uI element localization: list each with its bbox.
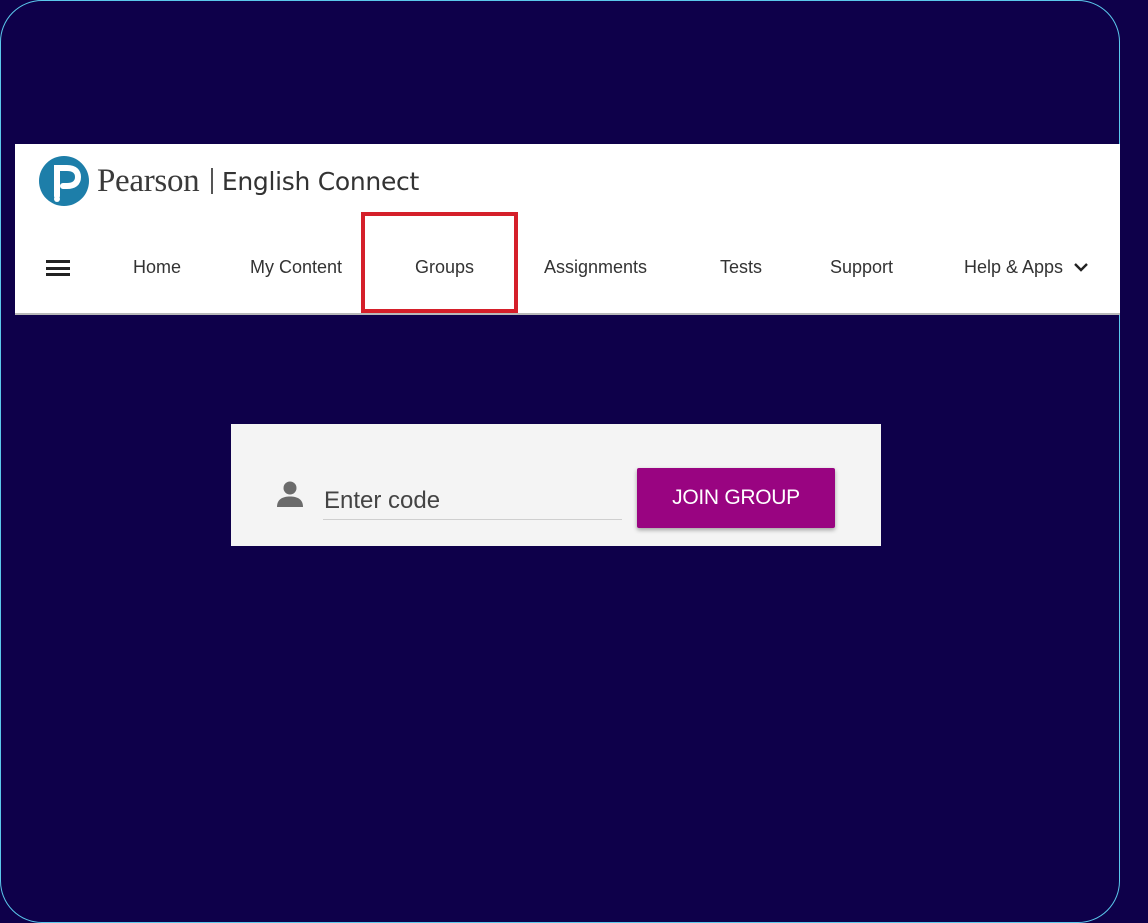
- brand-divider: [211, 168, 213, 194]
- main-nav: Home My Content Groups Assignments Tests…: [15, 240, 1120, 296]
- join-group-panel: JOIN GROUP: [231, 424, 881, 546]
- pearson-logo-icon: [39, 156, 89, 206]
- join-group-button[interactable]: JOIN GROUP: [637, 468, 835, 528]
- hamburger-menu-icon[interactable]: [46, 260, 72, 278]
- nav-item-groups[interactable]: Groups: [415, 257, 474, 278]
- person-icon: [277, 481, 303, 507]
- nav-item-help-apps-label: Help & Apps: [964, 257, 1064, 277]
- product-name: English Connect: [221, 166, 419, 196]
- site-header: Pearson English Connect Home My Content …: [15, 144, 1120, 315]
- group-code-input[interactable]: [323, 478, 622, 520]
- nav-item-assignments[interactable]: Assignments: [544, 257, 647, 278]
- nav-item-tests[interactable]: Tests: [720, 257, 762, 278]
- nav-item-support[interactable]: Support: [830, 257, 893, 278]
- nav-item-home[interactable]: Home: [133, 257, 181, 278]
- chevron-down-icon: [1074, 262, 1088, 272]
- brand-logo[interactable]: Pearson English Connect: [39, 154, 419, 208]
- brand-name: Pearson: [97, 162, 200, 199]
- nav-item-my-content[interactable]: My Content: [250, 257, 342, 278]
- nav-item-help-apps[interactable]: Help & Apps: [964, 257, 1089, 278]
